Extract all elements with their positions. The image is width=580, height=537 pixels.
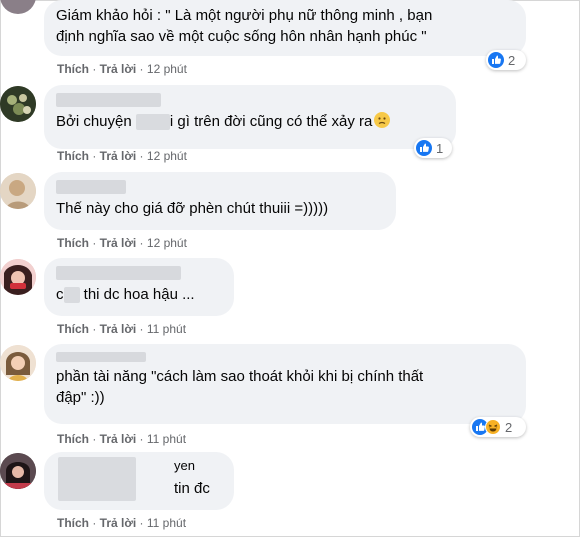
comment-bubble: Bởi chuyện i gì trên đời cũng có thể xảy… — [44, 85, 456, 149]
comment-bubble: yen tin đc — [44, 452, 234, 510]
comment-time[interactable]: 11 phút — [147, 516, 186, 530]
haha-reaction-icon — [485, 419, 501, 435]
reaction-summary[interactable]: 1 — [414, 138, 452, 158]
like-reaction-icon — [488, 52, 504, 68]
comment-actions: Thích · Trả lời · 12 phút — [57, 62, 187, 76]
comment-actions: Thích · Trả lời · 12 phút — [57, 236, 187, 250]
comment-time[interactable]: 11 phút — [147, 322, 186, 336]
like-link[interactable]: Thích — [57, 432, 89, 446]
reaction-count: 1 — [436, 140, 444, 156]
redacted-text — [63, 287, 80, 304]
like-reaction-icon — [416, 140, 432, 156]
reaction-summary[interactable]: 2 — [486, 50, 526, 70]
comment-text-line-2: tin đc — [174, 480, 210, 497]
comment-bubble: Thế này cho giá đỡ phèn chút thuiii =)))… — [44, 172, 396, 230]
comment-bubble: c thi dc hoa hậu ... — [44, 258, 234, 316]
reply-link[interactable]: Trả lời — [100, 236, 137, 250]
avatar[interactable] — [0, 453, 36, 489]
comment-text-line-1: yen — [174, 458, 195, 473]
comment-actions: Thích · Trả lời · 12 phút — [57, 149, 187, 163]
like-link[interactable]: Thích — [57, 62, 89, 76]
reaction-count: 2 — [505, 419, 513, 435]
avatar[interactable] — [0, 345, 36, 381]
avatar[interactable] — [0, 259, 36, 295]
like-link[interactable]: Thích — [57, 149, 89, 163]
comment-text: Thế này cho giá đỡ phèn chút thuiii =)))… — [56, 200, 329, 217]
author-name-redacted — [56, 180, 126, 194]
author-name-redacted — [56, 93, 161, 107]
redacted-text — [135, 114, 170, 131]
author-name-redacted — [56, 352, 146, 362]
like-link[interactable]: Thích — [57, 236, 89, 250]
like-link[interactable]: Thích — [57, 322, 89, 336]
author-name-redacted — [56, 266, 181, 280]
avatar[interactable] — [0, 86, 36, 122]
comment-text: c thi dc hoa hậu ... — [56, 286, 195, 304]
comment-bubble: Giám khảo hỏi : " Là một người phụ nữ th… — [44, 0, 526, 56]
comment-time[interactable]: 12 phút — [147, 62, 187, 76]
comment-text: phần tài năng "cách làm sao thoát khỏi k… — [56, 368, 424, 406]
reaction-summary[interactable]: 2 — [470, 417, 526, 437]
reaction-count: 2 — [508, 52, 516, 68]
reply-link[interactable]: Trả lời — [100, 322, 137, 336]
comment-bubble: phần tài năng "cách làm sao thoát khỏi k… — [44, 344, 526, 424]
comment-actions: Thích · Trả lời · 11 phút — [57, 322, 187, 336]
comment-time[interactable]: 11 phút — [147, 432, 186, 446]
author-and-text-redacted — [58, 457, 136, 501]
like-link[interactable]: Thích — [57, 516, 89, 530]
comment-actions: Thích · Trả lời · 11 phút — [57, 432, 187, 446]
comment-text: Bởi chuyện i gì trên đời cũng có thể xảy… — [56, 111, 444, 132]
slightly-frowning-face-icon — [374, 112, 391, 128]
comment-time[interactable]: 12 phút — [147, 149, 187, 163]
avatar[interactable] — [0, 173, 36, 209]
reply-link[interactable]: Trả lời — [100, 432, 137, 446]
comment-text: Giám khảo hỏi : " Là một người phụ nữ th… — [56, 7, 433, 45]
comment-time[interactable]: 12 phút — [147, 236, 187, 250]
reply-link[interactable]: Trả lời — [100, 149, 137, 163]
reply-link[interactable]: Trả lời — [100, 516, 137, 530]
comment-actions: Thích · Trả lời · 11 phút — [57, 516, 187, 530]
reply-link[interactable]: Trả lời — [100, 62, 137, 76]
